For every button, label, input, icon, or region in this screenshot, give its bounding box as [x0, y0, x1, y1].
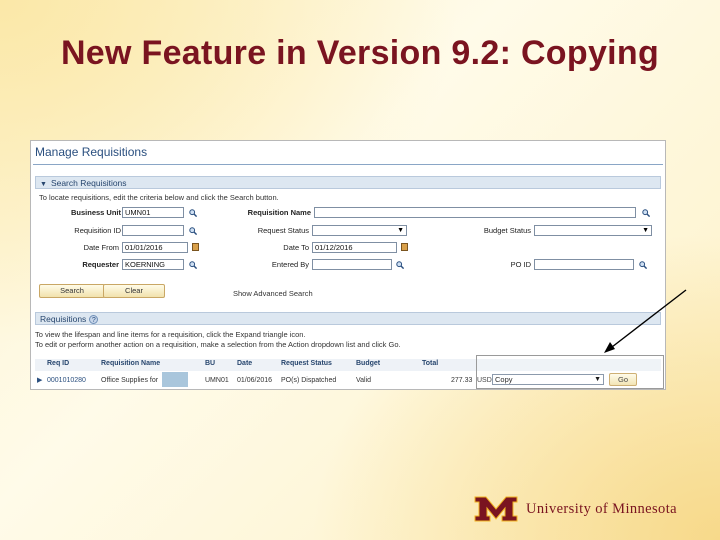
logo-text-university-of: University of — [526, 500, 609, 517]
callout-arrow — [604, 289, 687, 353]
logo-text-minnesota: Minnesota — [612, 500, 677, 517]
university-name: University of Minnesota — [526, 501, 677, 518]
block-m-logo-icon — [474, 496, 518, 522]
university-logo: University of Minnesota — [474, 494, 677, 524]
